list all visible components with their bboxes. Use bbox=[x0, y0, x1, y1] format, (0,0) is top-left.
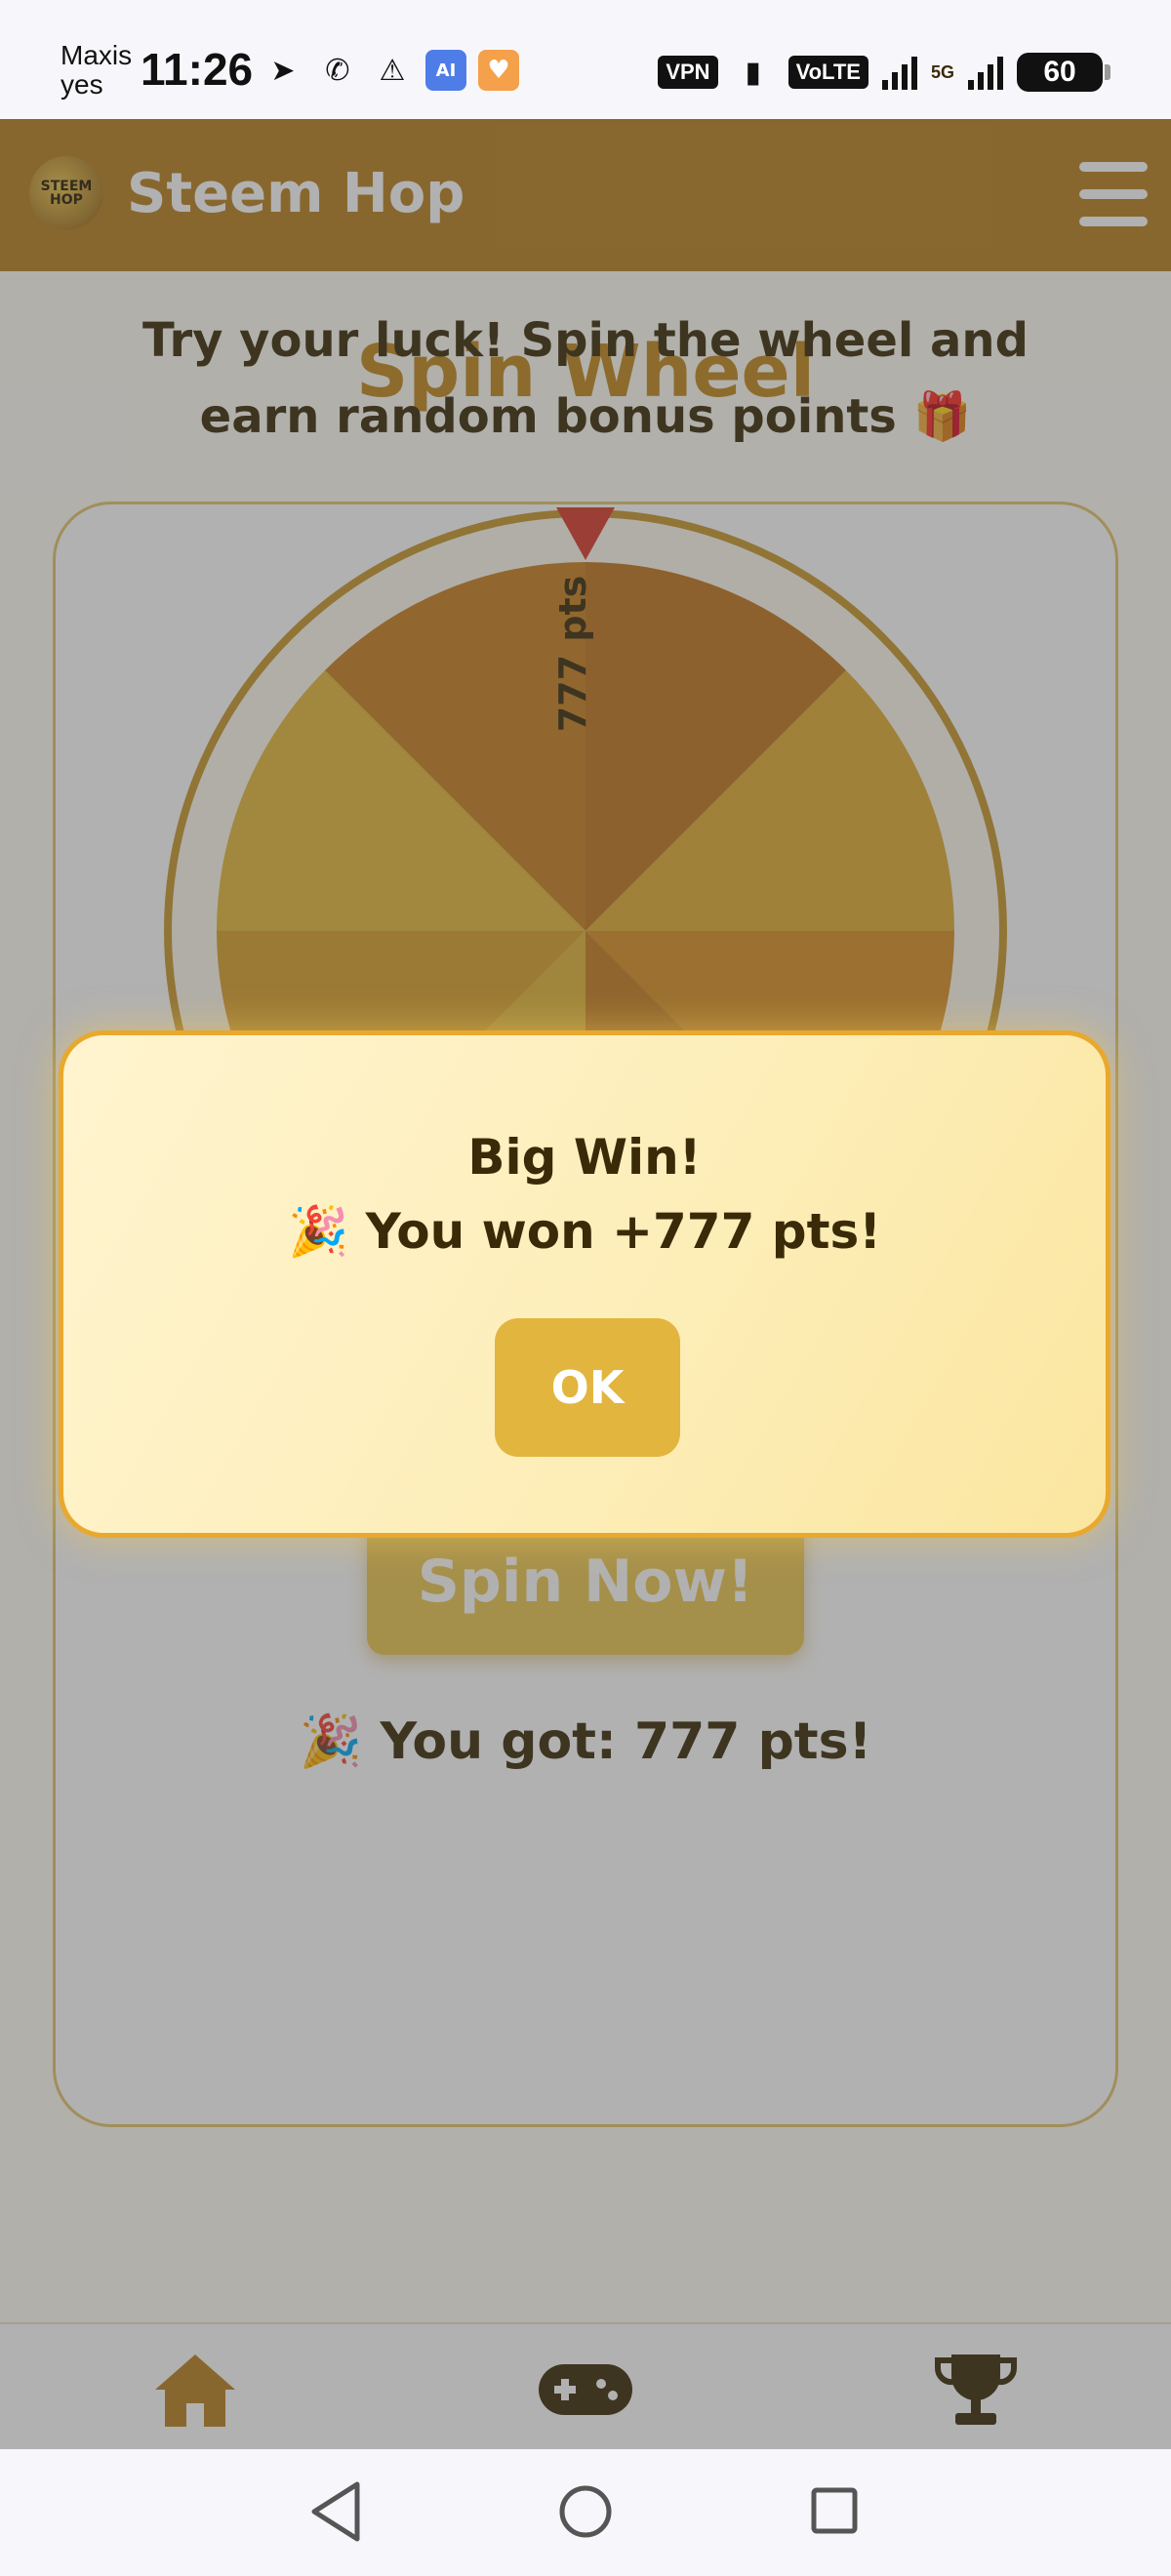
carrier-line1: Maxis bbox=[61, 40, 133, 70]
vibrate-icon: ▮ bbox=[745, 55, 761, 90]
modal-title: Big Win! bbox=[467, 1129, 702, 1186]
vpn-icon: VPN bbox=[658, 56, 718, 89]
recents-icon[interactable] bbox=[811, 2487, 858, 2534]
battery-icon: 60 bbox=[1017, 53, 1110, 92]
signal-icon bbox=[881, 55, 917, 90]
whatsapp-icon: ✆ bbox=[325, 53, 350, 88]
telegram-icon: ➤ bbox=[270, 53, 296, 88]
carrier-line2: yes bbox=[61, 69, 103, 100]
home-circle-icon[interactable] bbox=[559, 2485, 612, 2538]
volte-icon: VoLTE bbox=[787, 56, 868, 89]
ai-icon: AI bbox=[425, 50, 466, 91]
heart-app-icon: ♥ bbox=[478, 50, 519, 91]
back-icon[interactable] bbox=[311, 2481, 360, 2542]
signal-5g-icon bbox=[968, 55, 1003, 90]
network-type: 5G bbox=[930, 61, 954, 82]
carrier-name: Maxis yes bbox=[61, 41, 132, 100]
status-bar: Maxis yes 11:26 ➤ ✆ ⚠ AI ♥ VPN ▮ VoLTE 5… bbox=[0, 0, 1171, 119]
status-time: 11:26 bbox=[141, 44, 254, 95]
ok-button[interactable]: OK bbox=[495, 1318, 680, 1457]
system-nav-bar bbox=[0, 2449, 1171, 2576]
modal-message: 🎉 You won +777 pts! bbox=[287, 1203, 882, 1260]
win-modal: Big Win! 🎉 You won +777 pts! OK bbox=[59, 1030, 1110, 1538]
warning-icon: ⚠ bbox=[379, 53, 406, 88]
